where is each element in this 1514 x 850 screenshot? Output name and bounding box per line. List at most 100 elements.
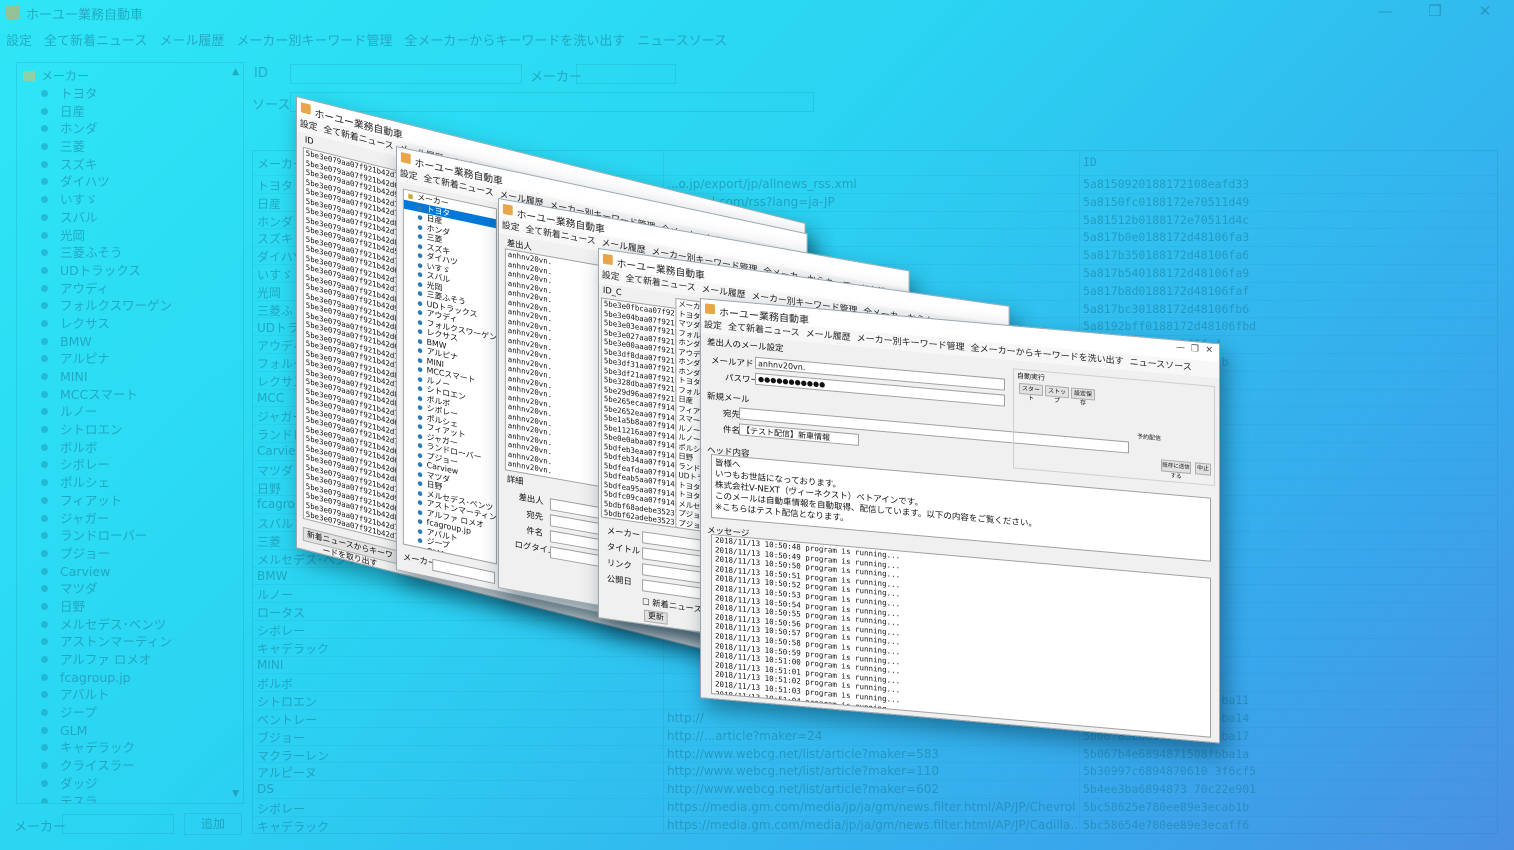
sender-settings-group: 差出人のメール設定 [707, 337, 784, 355]
tree-item[interactable]: クライスラー [41, 757, 172, 775]
tree-item[interactable]: シトロエン [41, 421, 172, 439]
cell-maker: シボレー [257, 802, 306, 816]
tree-item[interactable]: ポルシェ [41, 474, 172, 492]
send-existing-button[interactable]: 既存に送信する [1161, 459, 1191, 480]
tree-item[interactable]: アウディ [41, 280, 172, 298]
tree-item[interactable]: トヨタ [41, 85, 172, 103]
news-maker-label: メーカー [606, 526, 641, 541]
cell-maker: DS [257, 782, 274, 797]
menu-mail-history[interactable]: メール履歴 [153, 28, 230, 50]
tree-item[interactable]: スズキ [41, 156, 172, 174]
minimize-icon[interactable]: — [1176, 343, 1185, 354]
tree-item[interactable]: いすゞ [41, 191, 172, 209]
tree-item[interactable]: ボルボ [41, 439, 172, 457]
close-icon[interactable]: ✕ [1205, 345, 1213, 356]
maker-field-input[interactable] [576, 64, 676, 84]
news-maker-column[interactable]: メーカー トヨタ マツダ フォルクス ホンダ アウディ ホンダ ホンダ トヨタ フォルクス 日産 フィ… [675, 297, 701, 532]
cell-id: 5a817b350188172d48106fa6 [1083, 248, 1250, 263]
table-row[interactable]: シボレー https://media.gm.com/media/jp/ja/gm/… [253, 798, 1497, 816]
menu-settings[interactable]: 設定 [599, 270, 623, 283]
menu-bar: 設定 全て新着ニュース メール履歴 メーカー別キーワード管理 全メーカーからキー… [0, 28, 733, 50]
tree-item[interactable]: メルセデス･ベンツ [41, 616, 172, 634]
tree-item[interactable]: マツダ [41, 580, 172, 598]
maximize-icon[interactable]: ❐ [1191, 344, 1199, 355]
cell-source-url: http://www.webcg.net/list/article?maker=… [667, 764, 940, 779]
menu-all-news[interactable]: 全て新着ニュース [38, 28, 153, 50]
add-button[interactable]: 追加 [184, 813, 242, 835]
tree-item[interactable]: フォルクスワーゲン [41, 297, 172, 315]
cell-id: 5bc58654e780ee89e3ecaff6 [1083, 817, 1250, 832]
tree-item[interactable]: Carview [41, 563, 172, 581]
start-button[interactable]: スタート [1019, 382, 1043, 402]
id-list[interactable]: 5be3e079aa07f921b42d73ae 5be3e079aa07f921… [302, 146, 397, 543]
tree-item[interactable]: アルピナ [41, 350, 172, 368]
tree-item[interactable]: アルファ ロメオ [41, 651, 172, 669]
id-input[interactable] [290, 64, 522, 84]
update-button[interactable]: 更新 [644, 609, 668, 625]
tree-item[interactable]: 三菱 [41, 138, 172, 156]
cancel-schedule-button[interactable]: 中止 [1195, 462, 1211, 476]
menu-extract-keywords[interactable]: 全メーカーからキーワードを洗い出す [398, 28, 631, 50]
cell-id: 5a8192bff0188172d48106fbd [1083, 319, 1257, 334]
to-label: 宛先 [723, 409, 741, 421]
table-row[interactable]: キャデラック https://media.gm.com/media/jp/ja/g… [253, 815, 1497, 834]
save-settings-button[interactable]: 設定保存 [1071, 387, 1095, 407]
source-input[interactable] [290, 92, 814, 112]
news-id-column[interactable]: 5be3e0fbcaa07f921b42d9 5be3e04baa07f921b4… [600, 297, 676, 528]
tree-item[interactable]: ランドローバー [41, 527, 172, 545]
detail-to-label: 宛先 [526, 510, 544, 523]
tree-item[interactable]: ジープ [41, 704, 172, 722]
tree-item[interactable]: ジャガー [41, 510, 172, 528]
tree-item[interactable]: レクサス [41, 315, 172, 333]
maker-field-label: メーカー [530, 70, 583, 85]
tree-item[interactable]: BMW [41, 333, 172, 351]
tree-item[interactable]: MINI [41, 368, 172, 386]
tree-root[interactable]: メーカー [23, 67, 89, 84]
tree-item[interactable]: プジョー [41, 545, 172, 563]
tree-item[interactable]: キャデラック [41, 739, 172, 757]
tree-item[interactable]: シボレー [41, 456, 172, 474]
tree-item[interactable]: UDトラックス [41, 262, 172, 280]
tree-item[interactable]: MCCスマート [41, 386, 172, 404]
menu-settings[interactable]: 設定 [701, 320, 725, 332]
close-icon[interactable]: ✕ [1474, 2, 1496, 20]
maker-tree[interactable]: メーカー トヨタ日産ホンダ三菱スズキダイハツいすゞスバル光岡三菱ふそうUDトラッ… [402, 188, 497, 565]
scroll-down-icon[interactable]: ▼ [232, 789, 239, 799]
tree-item[interactable]: ホンダ [41, 120, 172, 138]
maker-tree[interactable]: メーカー トヨタ日産ホンダ三菱スズキダイハツいすゞスバル光岡三菱ふそうUDトラッ… [16, 62, 244, 804]
menu-mail-history[interactable]: メール履歴 [803, 329, 854, 343]
maker-input[interactable] [62, 814, 174, 834]
tree-item[interactable]: 日野 [41, 598, 172, 616]
tree-item[interactable]: フィアット [41, 492, 172, 510]
cell-id: 5b4ee3ba6894873 70c22e901 [1083, 782, 1257, 797]
tree-item[interactable]: テスラ [41, 793, 172, 804]
table-row[interactable]: マクラーレン http://www.webcg.net/list/article?… [253, 744, 1497, 763]
menu-settings[interactable]: 設定 [0, 28, 38, 50]
maximize-icon[interactable]: ❐ [1424, 2, 1446, 20]
menu-news-source[interactable]: ニュースソース [631, 28, 733, 50]
scroll-up-icon[interactable]: ▲ [232, 67, 239, 77]
tree-item[interactable]: アバルト [41, 686, 172, 704]
cell-source-url: ...o.jp/export/jp/allnews_rss.xml [667, 177, 857, 191]
tree-item[interactable]: アストンマーティン [41, 633, 172, 651]
tree-item[interactable]: ルノー [41, 403, 172, 421]
mail-list[interactable]: anhnv20vn. anhnv20vn. anhnv20vn. anhnv20vn.… [504, 248, 603, 488]
tree-item[interactable]: 三菱ふそう [41, 244, 172, 262]
tree-item[interactable]: fcagroup.jp [41, 669, 172, 687]
rss-app-icon [400, 152, 411, 165]
tree-item[interactable]: GLM [41, 722, 172, 740]
menu-settings[interactable]: 設定 [499, 220, 523, 234]
cell-maker: キャデラック [257, 819, 330, 834]
table-row[interactable]: ブジョーhttp://...article?maker=245b06786b68… [253, 726, 1497, 745]
tree-item[interactable]: スバル [41, 209, 172, 227]
table-row[interactable]: アルピーヌ http://www.webcg.net/list/article?m… [253, 762, 1497, 780]
menu-settings[interactable]: 設定 [397, 168, 421, 183]
tree-item[interactable]: ダイハツ [41, 173, 172, 191]
table-row[interactable]: DS http://www.webcg.net/list/article?make… [253, 780, 1497, 798]
tree-item[interactable]: 光岡 [41, 227, 172, 245]
minimize-icon[interactable]: — [1374, 2, 1396, 20]
stop-button[interactable]: ストップ [1045, 385, 1069, 404]
tree-item[interactable]: 日産 [41, 103, 172, 121]
tree-item[interactable]: ダッジ [41, 775, 172, 793]
menu-maker-keywords[interactable]: メーカー別キーワード管理 [230, 28, 398, 50]
